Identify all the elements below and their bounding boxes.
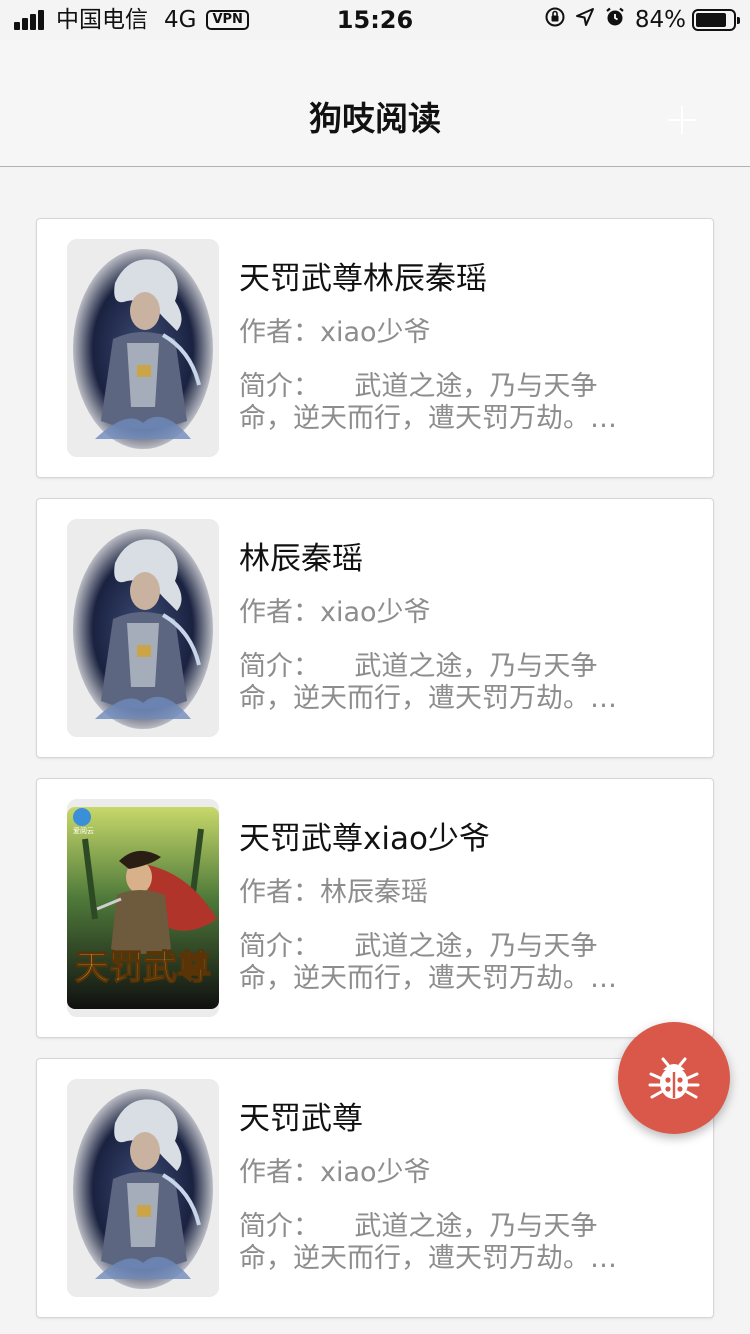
book-author: 作者：xiao少爷 <box>239 317 431 348</box>
battery-percent: 84% <box>634 7 686 33</box>
location-icon <box>575 6 595 34</box>
debug-fab-button[interactable] <box>618 1022 730 1134</box>
warrior-portrait-cover <box>67 519 219 737</box>
book-title: 天罚武尊林辰秦瑶 <box>239 261 487 297</box>
bug-icon <box>648 1057 700 1099</box>
alarm-icon <box>604 6 626 35</box>
book-cover: 爱阅云 天罚武尊 <box>67 799 219 1017</box>
book-card[interactable]: 爱阅云 天罚武尊 天罚武尊xiao少爷 作者：林辰秦瑶 简介： 武道之途，乃与天… <box>36 778 714 1038</box>
book-card[interactable]: 林辰秦瑶 作者：xiao少爷 简介： 武道之途，乃与天争命，逆天而行，遭天罚万劫… <box>36 498 714 758</box>
nav-bar: 狗吱阅读 <box>0 40 750 167</box>
book-author: 作者：xiao少爷 <box>239 597 431 628</box>
cover-badge-text: 爱阅云 <box>73 827 94 835</box>
book-card[interactable]: 天罚武尊林辰秦瑶 作者：xiao少爷 简介： 武道之途，乃与天争命，逆天而行，遭… <box>36 218 714 478</box>
battery-icon <box>692 9 740 31</box>
status-bar: 中国电信 4G VPN 15:26 84% <box>0 0 750 40</box>
book-cover <box>67 519 219 737</box>
book-intro: 简介： 武道之途，乃与天争命，逆天而行，遭天罚万劫。… <box>239 371 617 434</box>
book-intro: 简介： 武道之途，乃与天争命，逆天而行，遭天罚万劫。… <box>239 931 617 994</box>
orientation-lock-icon <box>544 6 566 35</box>
warrior-portrait-cover <box>67 1079 219 1297</box>
book-title: 林辰秦瑶 <box>239 541 363 577</box>
book-title: 天罚武尊xiao少爷 <box>239 821 490 857</box>
cover-title-text: 天罚武尊 <box>75 948 211 988</box>
book-intro: 简介： 武道之途，乃与天争命，逆天而行，遭天罚万劫。… <box>239 1211 617 1274</box>
book-cover <box>67 1079 219 1297</box>
book-author: 作者：xiao少爷 <box>239 1157 431 1188</box>
warrior-portrait-cover <box>67 239 219 457</box>
book-card[interactable]: 天罚武尊 作者：xiao少爷 简介： 武道之途，乃与天争命，逆天而行，遭天罚万劫… <box>36 1058 714 1318</box>
plus-icon[interactable] <box>666 104 698 136</box>
screen: 中国电信 4G VPN 15:26 84% 狗吱阅读 天罚武尊林辰秦瑶 作者：x… <box>0 0 750 1334</box>
tianfa-wuzun-cover: 爱阅云 天罚武尊 <box>67 799 219 1017</box>
page-title: 狗吱阅读 <box>309 99 441 138</box>
status-right: 84% <box>544 6 740 35</box>
battery-level <box>696 13 727 27</box>
book-title: 天罚武尊 <box>239 1101 363 1137</box>
book-list: 天罚武尊林辰秦瑶 作者：xiao少爷 简介： 武道之途，乃与天争命，逆天而行，遭… <box>36 218 714 1334</box>
book-intro: 简介： 武道之途，乃与天争命，逆天而行，遭天罚万劫。… <box>239 651 617 714</box>
book-author: 作者：林辰秦瑶 <box>239 877 428 908</box>
book-cover <box>67 239 219 457</box>
